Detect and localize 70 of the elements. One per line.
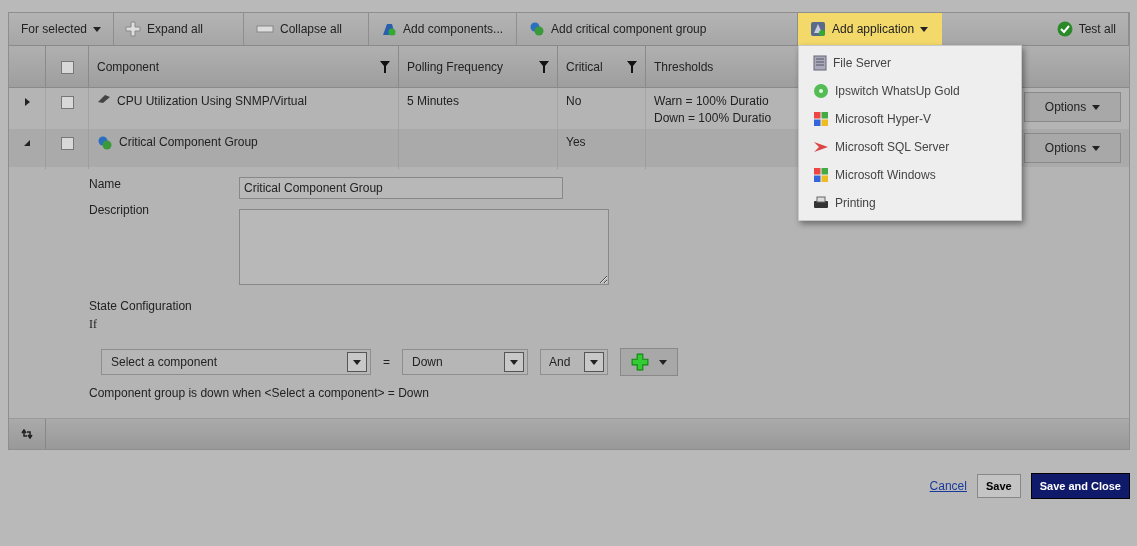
state-select[interactable]: Down — [402, 349, 528, 375]
menu-item[interactable]: Printing — [799, 189, 1021, 217]
caret-icon — [920, 26, 929, 32]
if-label: If — [89, 317, 98, 332]
caret-icon — [93, 26, 102, 32]
caret-icon — [353, 359, 361, 365]
description-field[interactable] — [239, 209, 609, 285]
table-cell: Warn = 100% Duratio — [654, 94, 769, 108]
table-cell: Down = 100% Duratio — [654, 111, 772, 125]
save-and-close-button[interactable]: Save and Close — [1030, 473, 1130, 499]
cancel-link[interactable]: Cancel — [929, 479, 967, 493]
filter-icon[interactable] — [380, 60, 390, 73]
components-icon — [381, 21, 397, 37]
group-icon — [529, 21, 545, 37]
toolbar-button[interactable]: Add components... — [369, 13, 517, 45]
caret-icon — [590, 359, 598, 365]
toolbar-button[interactable]: Test all — [1044, 13, 1129, 45]
table-cell-text: No — [566, 94, 582, 110]
menu-item[interactable]: Ipswitch WhatsUp Gold — [799, 77, 1021, 105]
dropdown-button[interactable]: Add application — [798, 13, 943, 45]
menu-item[interactable]: Microsoft SQL Server — [799, 133, 1021, 161]
caret-icon — [1092, 145, 1101, 151]
column-header[interactable]: Component — [97, 59, 160, 74]
component-select[interactable]: Select a component — [101, 349, 371, 375]
check-icon — [1056, 21, 1073, 37]
summary-text: Component group is down when <Select a component> = Down — [89, 386, 430, 400]
column-header[interactable]: Thresholds — [654, 59, 714, 74]
checkbox[interactable] — [60, 137, 74, 150]
toolbar-button[interactable]: Expand all — [113, 13, 244, 45]
field-label: Description — [89, 203, 151, 217]
toolbar-button[interactable]: Collapse all — [244, 13, 369, 45]
section-label: State Configuration — [89, 299, 193, 313]
group-icon — [97, 135, 113, 151]
circle-icon — [813, 83, 829, 99]
minus-icon — [256, 25, 274, 33]
checkbox[interactable] — [60, 61, 74, 74]
application-icon — [810, 21, 826, 37]
checkbox[interactable] — [60, 96, 74, 109]
menu-item[interactable]: Microsoft Hyper-V — [799, 105, 1021, 133]
plus-icon — [125, 21, 141, 37]
dropdown-button[interactable]: For selected — [9, 13, 115, 45]
joiner-select[interactable]: And — [540, 349, 608, 375]
caret-icon — [1092, 104, 1101, 110]
collapse-arrow-icon[interactable] — [23, 139, 31, 147]
table-cell-text: 5 Minutes — [407, 94, 460, 110]
menu-item[interactable]: Microsoft Windows — [799, 161, 1021, 189]
filter-icon[interactable] — [627, 60, 637, 73]
plus-icon — [631, 353, 649, 371]
table-cell: CPU Utilization Using SNMP/Virtual — [117, 94, 307, 108]
table-cell-text: Yes — [566, 135, 586, 151]
pill-icon — [97, 94, 111, 104]
save-button[interactable]: Save — [976, 474, 1021, 498]
name-field[interactable]: Critical Component Group — [239, 177, 563, 199]
options-button[interactable]: Options — [1024, 133, 1121, 163]
column-header[interactable]: Polling Frequency — [407, 59, 504, 74]
operator-label: = — [383, 355, 390, 369]
caret-icon — [510, 359, 518, 365]
windows-flag-icon — [813, 111, 829, 127]
options-button[interactable]: Options — [1024, 92, 1121, 122]
column-header[interactable]: Critical — [566, 59, 603, 74]
printer-icon — [813, 195, 829, 211]
filter-icon[interactable] — [539, 60, 549, 73]
expand-arrow-icon[interactable] — [23, 98, 31, 106]
server-icon — [813, 55, 827, 71]
table-cell: Critical Component Group — [119, 135, 258, 149]
field-label: Name — [89, 177, 122, 191]
refresh-icon[interactable] — [21, 429, 33, 439]
windows-flag-icon — [813, 167, 829, 183]
caret-icon — [659, 359, 667, 365]
menu-item[interactable]: File Server — [799, 49, 1021, 77]
